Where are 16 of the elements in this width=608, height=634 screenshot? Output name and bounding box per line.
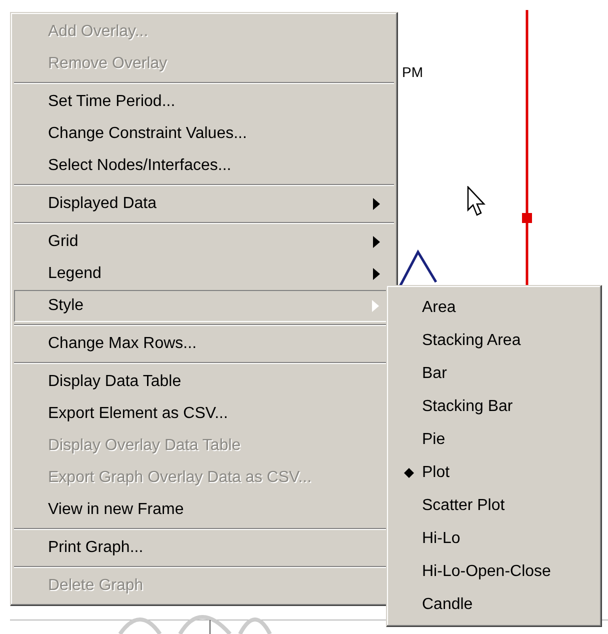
menu-item[interactable]: Stacking Bar — [390, 390, 598, 423]
menu-item[interactable]: Scatter Plot — [390, 489, 598, 522]
menu-item[interactable]: Select Nodes/Interfaces... — [14, 150, 394, 182]
menu-item[interactable]: Plot — [390, 456, 598, 489]
menu-item[interactable]: Hi-Lo-Open-Close — [390, 555, 598, 588]
menu-item[interactable]: Change Constraint Values... — [14, 118, 394, 150]
menu-item[interactable]: Bar — [390, 357, 598, 390]
menu-item[interactable]: Pie — [390, 423, 598, 456]
menu-item[interactable]: Grid — [14, 226, 394, 258]
menu-item[interactable]: Candle — [390, 588, 598, 621]
menu-item[interactable]: Stacking Area — [390, 324, 598, 357]
menu-item[interactable]: Hi-Lo — [390, 522, 598, 555]
time-label: PM — [402, 64, 423, 80]
menu-item[interactable]: Legend — [14, 258, 394, 290]
menu-item[interactable]: Displayed Data — [14, 188, 394, 220]
menu-item[interactable]: Set Time Period... — [14, 86, 394, 118]
